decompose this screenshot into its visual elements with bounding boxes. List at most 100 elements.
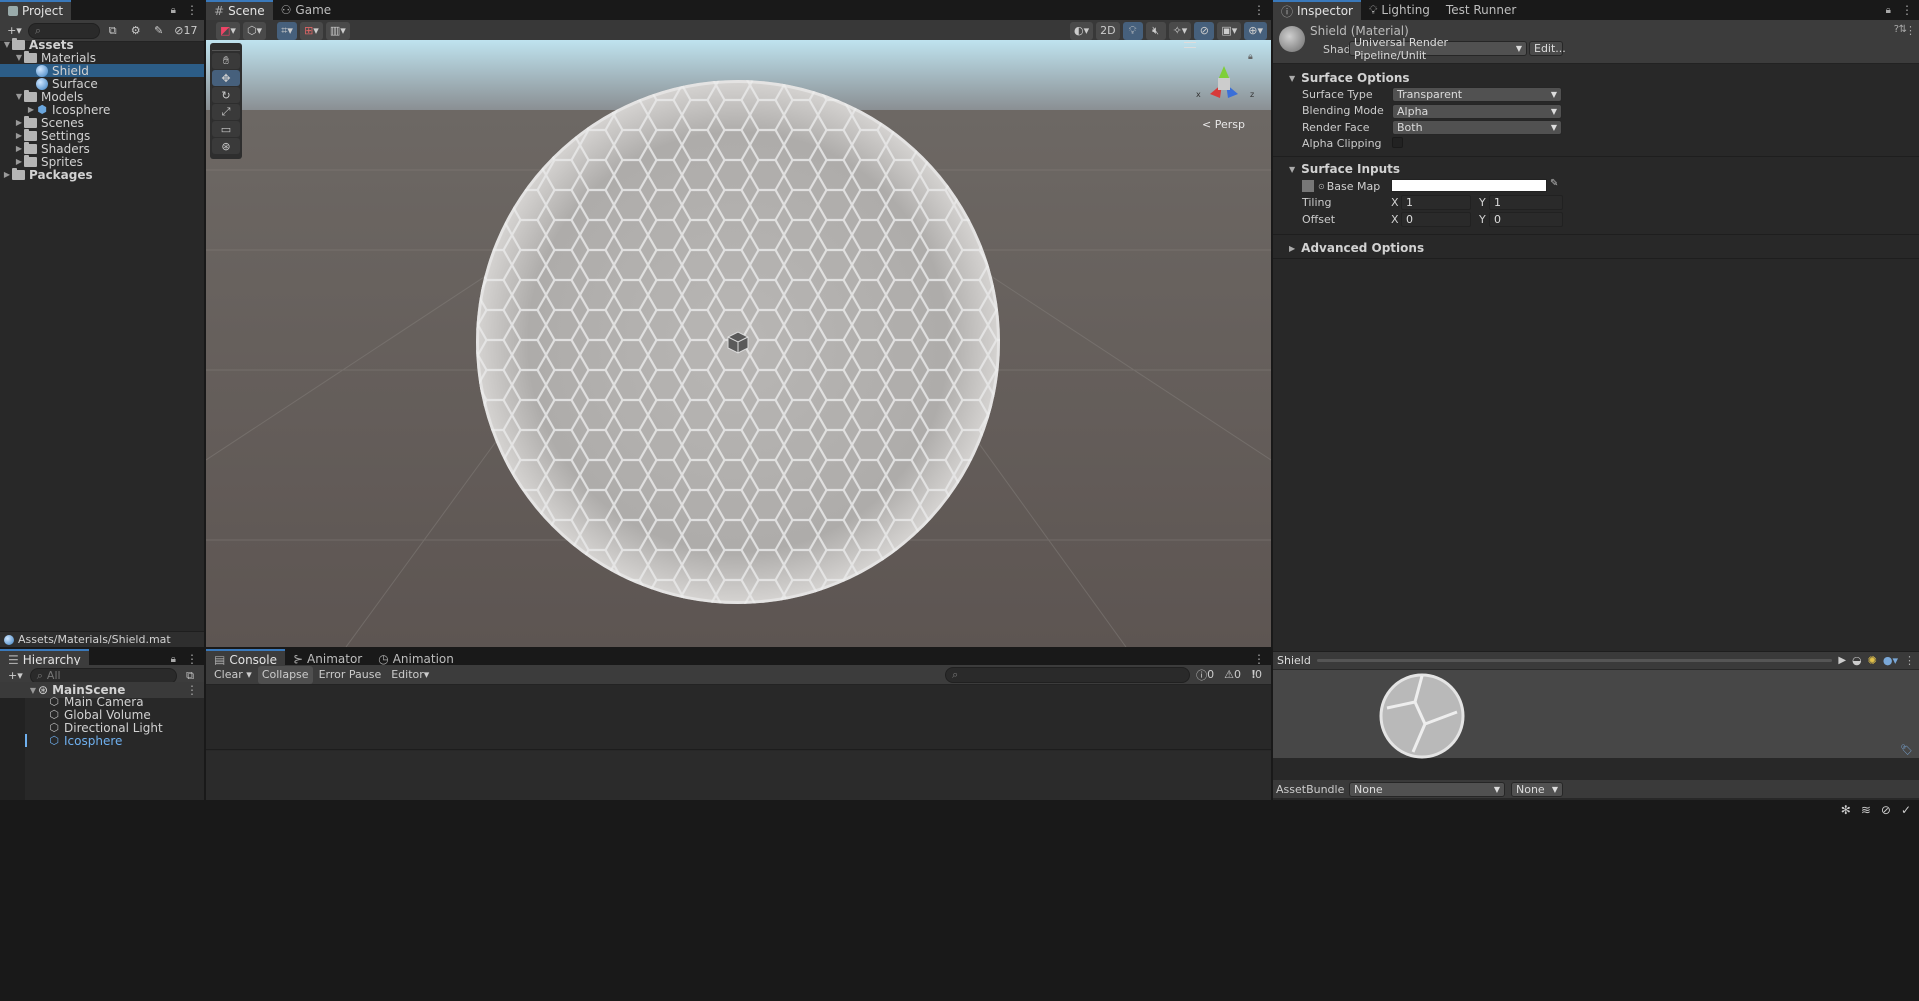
console-search-input[interactable]: ⌕ xyxy=(945,666,1191,683)
project-tree-item[interactable]: ▶ Shaders xyxy=(0,141,204,156)
scale-tool-button[interactable]: ⤢ xyxy=(212,104,240,120)
asset-bundle-variant-dropdown[interactable]: None ▼ xyxy=(1511,782,1563,797)
tab-scene[interactable]: # Scene xyxy=(206,0,273,20)
project-tree-item[interactable]: ▼ Assets xyxy=(0,37,204,52)
offset-x-field[interactable]: 0 xyxy=(1401,212,1471,227)
gizmo-handle-icon[interactable] xyxy=(1184,42,1196,48)
gizmos-dropdown[interactable]: ⊕ ▾ xyxy=(1244,21,1267,40)
preview-shape-dropdown[interactable]: ●▾ xyxy=(1883,654,1898,667)
collapse-arrow-icon[interactable]: ▶ xyxy=(14,157,24,166)
grid-snapping-button[interactable]: ⌗ ▾ xyxy=(277,21,298,40)
surface-inputs-foldout[interactable]: ▼ Surface Inputs xyxy=(1273,161,1919,177)
hierarchy-item[interactable]: ⬡ Global Volume xyxy=(0,708,204,722)
tab-lighting[interactable]: 💡︎ Lighting xyxy=(1361,0,1438,20)
lighting-toggle-button[interactable]: 💡︎ xyxy=(1122,21,1143,40)
gizmo-lock-icon[interactable]: 🔒︎ xyxy=(1248,52,1253,62)
error-count-toggle[interactable]: ❗︎ 0 xyxy=(1247,666,1267,684)
more-menu-icon[interactable]: ⋮ xyxy=(1895,0,1919,20)
surface-options-foldout[interactable]: ▼ Surface Options xyxy=(1273,70,1919,86)
rotate-tool-button[interactable]: ↻ xyxy=(212,87,240,103)
lock-icon[interactable]: 🔒︎ xyxy=(167,0,180,20)
transform-tool-button[interactable]: ⊛ xyxy=(212,138,240,154)
surface-option-dropdown[interactable]: Both ▼ xyxy=(1392,120,1562,135)
preview-area[interactable]: 🏷︎ xyxy=(1273,670,1919,759)
preview-light-icon[interactable]: ✺ xyxy=(1868,654,1877,667)
project-search-input[interactable]: ⌕ xyxy=(27,22,100,39)
tab-inspector[interactable]: ⓘ Inspector xyxy=(1273,0,1361,20)
increment-snap-button[interactable]: ⊞ ▾ xyxy=(300,21,323,40)
no-activity-icon[interactable]: ⊘ xyxy=(1881,803,1891,817)
project-tree-item[interactable]: ▶ ⬢ Icosphere xyxy=(0,103,204,117)
audio-toggle-button[interactable]: 🔇︎ xyxy=(1145,21,1166,40)
tab-test-runner[interactable]: Test Runner xyxy=(1438,0,1524,20)
persp-label[interactable]: < Persp xyxy=(1202,118,1245,131)
collapse-arrow-icon[interactable]: ▶ xyxy=(26,105,36,114)
camera-settings-dropdown[interactable]: ▣ ▾ xyxy=(1217,21,1242,40)
warning-count-toggle[interactable]: ⚠ 0 xyxy=(1220,666,1245,684)
collapse-arrow-icon[interactable]: ▶ xyxy=(14,144,24,153)
texture-slot-icon[interactable] xyxy=(1302,180,1314,192)
collapse-arrow-icon[interactable]: ▶ xyxy=(14,131,24,140)
project-tree-item[interactable]: Surface xyxy=(0,77,204,91)
tool-settings-dropdown[interactable]: ◩ ▾ xyxy=(216,21,240,40)
toggle-2d-button[interactable]: 2D xyxy=(1096,21,1120,40)
scene-visibility-button[interactable]: ⊘ xyxy=(1194,21,1215,40)
project-tree-item[interactable]: ▶ Packages xyxy=(0,167,204,182)
collapse-arrow-icon[interactable]: ▶ xyxy=(2,170,12,179)
editor-dropdown[interactable]: Editor ▾ xyxy=(387,666,433,684)
surface-option-dropdown[interactable]: Alpha ▼ xyxy=(1392,103,1562,119)
effects-dropdown[interactable]: ✧ ▾ xyxy=(1168,21,1192,40)
clear-button[interactable]: Clear ▾ xyxy=(210,666,256,684)
preview-menu-icon[interactable]: ⋮ xyxy=(1904,654,1919,667)
more-menu-icon[interactable]: ⋮ xyxy=(1247,0,1271,20)
expand-arrow-icon[interactable]: ▼ xyxy=(28,686,38,695)
header-menu-icon[interactable]: ⋮ xyxy=(1905,24,1916,37)
hidden-packages-button[interactable]: ⊘ 17 xyxy=(172,22,200,40)
grid-visibility-button[interactable]: ▥ ▾ xyxy=(325,21,350,40)
asset-bundle-dropdown[interactable]: None ▼ xyxy=(1349,782,1505,797)
advanced-options-foldout[interactable]: ▶ Advanced Options xyxy=(1273,240,1919,256)
palette-drag-handle[interactable] xyxy=(212,45,240,51)
tiling-x-field[interactable]: 1 xyxy=(1401,195,1471,210)
console-log-area[interactable] xyxy=(206,685,1271,750)
edit-shader-button[interactable]: Edit... xyxy=(1529,41,1566,56)
draw-mode-dropdown[interactable]: ◐ ▾ xyxy=(1069,21,1094,40)
checkmark-icon[interactable]: ✓ xyxy=(1901,803,1911,817)
tag-icon[interactable]: 🏷︎ xyxy=(1900,745,1913,756)
expand-arrow-icon[interactable]: ▼ xyxy=(14,53,24,62)
favorites-icon[interactable]: ✎ xyxy=(149,22,169,40)
tab-project[interactable]: Project xyxy=(0,0,72,20)
more-menu-icon[interactable]: ⋮ xyxy=(180,0,204,20)
tiling-y-field[interactable]: 1 xyxy=(1489,195,1563,210)
alpha-clipping-checkbox[interactable] xyxy=(1392,137,1403,148)
error-pause-button[interactable]: Error Pause xyxy=(315,666,386,684)
lock-icon[interactable]: 🔒︎ xyxy=(1882,0,1895,20)
create-button[interactable]: +▾ xyxy=(4,22,25,40)
tab-game[interactable]: ⚇ Game xyxy=(273,0,340,20)
project-tree-item[interactable]: ▼ Models xyxy=(0,89,204,104)
preview-sphere-icon[interactable]: ◒ xyxy=(1852,654,1862,667)
surface-option-dropdown[interactable]: Transparent ▼ xyxy=(1392,87,1562,102)
expand-arrow-icon[interactable]: ▼ xyxy=(2,40,12,49)
scene-viewport[interactable]: ✋︎ ✥ ↻ ⤢ ▭ ⊛ 🔒︎ x z < Persp xyxy=(206,40,1271,647)
object-picker-icon[interactable]: ⊙ xyxy=(1318,182,1325,191)
offset-y-field[interactable]: 0 xyxy=(1489,212,1563,227)
base-map-color-field[interactable] xyxy=(1391,179,1547,192)
eyedropper-icon[interactable]: ✎ xyxy=(1550,178,1558,189)
project-tree-item[interactable]: Shield xyxy=(0,64,204,78)
move-tool-button[interactable]: ✥ xyxy=(212,70,240,86)
play-icon[interactable]: ▶ xyxy=(1838,655,1846,666)
preview-drag-bar[interactable] xyxy=(1316,659,1833,662)
log-count-toggle[interactable]: ⓘ 0 xyxy=(1192,666,1218,684)
project-tree-item[interactable]: ▼ Materials xyxy=(0,50,204,65)
project-tree-item[interactable]: ▶ Settings xyxy=(0,128,204,143)
layers-icon[interactable]: ≋ xyxy=(1861,803,1871,817)
project-tree-item[interactable]: ▶ Sprites xyxy=(0,154,204,169)
console-detail-area[interactable] xyxy=(206,751,1271,800)
hierarchy-item[interactable]: ⬡ Icosphere xyxy=(0,734,204,748)
global-local-dropdown[interactable]: ⬡ ▾ xyxy=(242,21,267,40)
hand-tool-button[interactable]: ✋︎ xyxy=(212,53,240,69)
filter-by-label-icon[interactable]: ⚙ xyxy=(126,22,146,40)
collapse-arrow-icon[interactable]: ▶ xyxy=(14,118,24,127)
rect-tool-button[interactable]: ▭ xyxy=(212,121,240,137)
